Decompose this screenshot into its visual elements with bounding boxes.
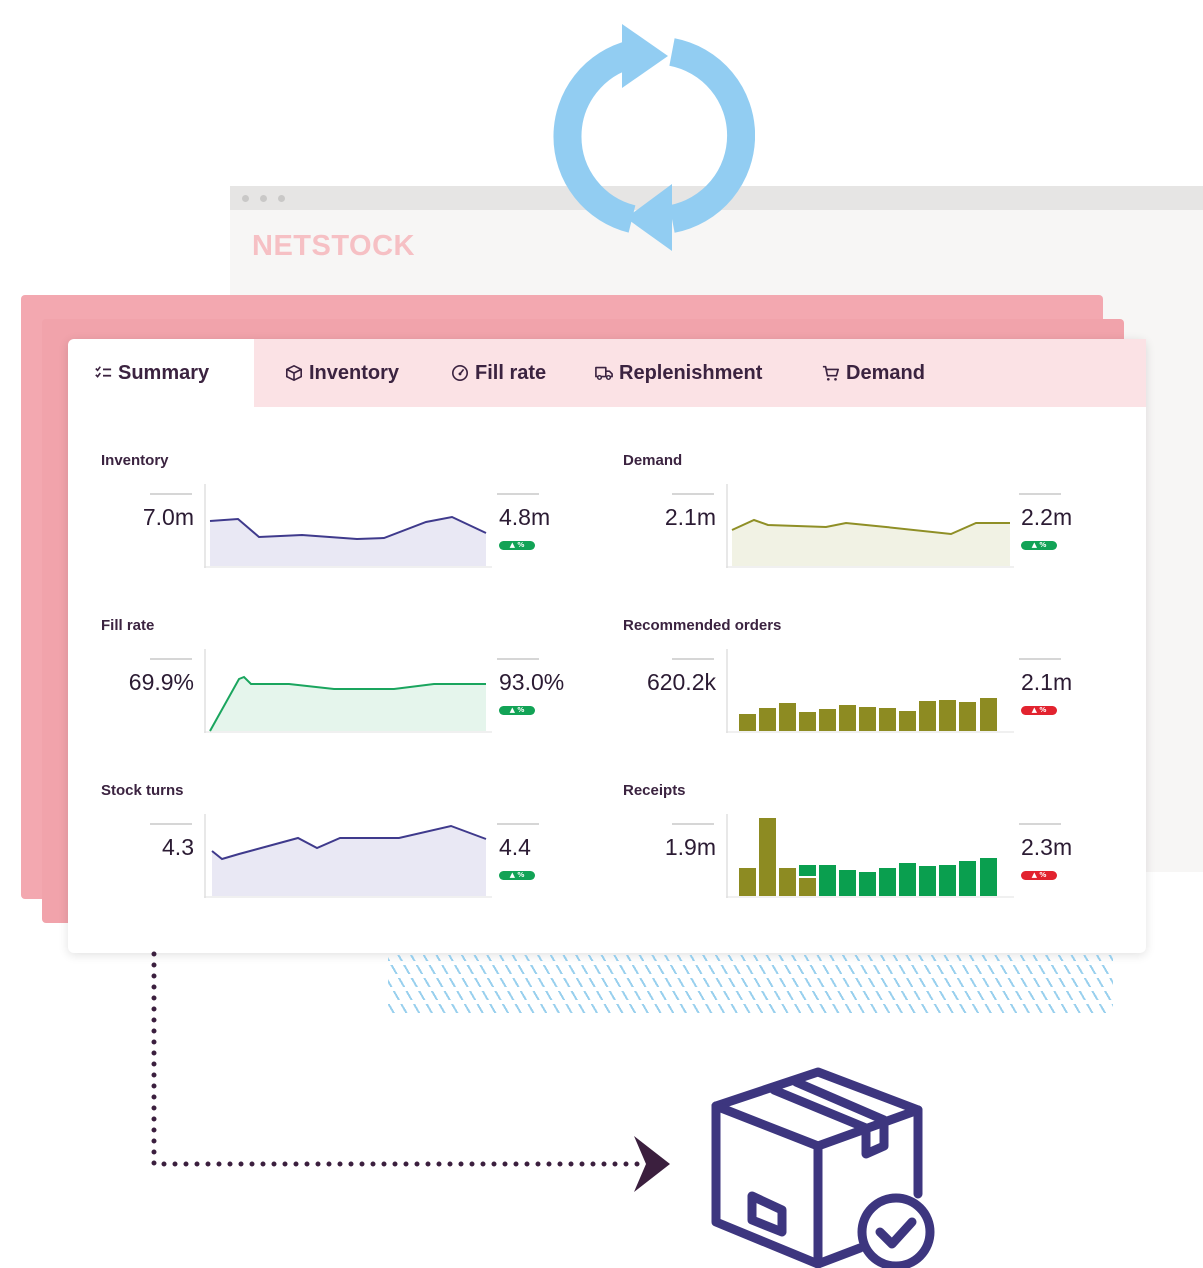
receipts-start-value: 1.9m (664, 834, 716, 860)
metric-title-demand: Demand (623, 452, 683, 469)
trend-badge: ▲ % (1021, 871, 1057, 880)
divider (497, 823, 539, 825)
stock-turns-current-value: 4.4 (499, 834, 531, 860)
trend-badge: ▲ % (1021, 706, 1057, 715)
window-dot (260, 195, 267, 202)
inventory-current-value: 4.8m (499, 504, 551, 530)
tab-label: Inventory (309, 361, 400, 384)
trend-badge: ▲ % (499, 871, 535, 880)
tab-replenishment[interactable]: Replenishment (595, 358, 762, 388)
tab-inventory[interactable]: Inventory (285, 358, 399, 388)
window-dot (278, 195, 285, 202)
divider (672, 493, 714, 495)
divider (497, 493, 539, 495)
fill-rate-current-value: 93.0% (499, 669, 565, 695)
divider (1019, 493, 1061, 495)
divider (1019, 658, 1061, 660)
recommended-orders-current-value: 2.1m (1021, 669, 1073, 695)
refresh-arrows-icon (553, 24, 755, 251)
metric-title-receipts: Receipts (623, 782, 686, 799)
cart-icon (822, 365, 840, 381)
recommended-orders-bars (726, 649, 1014, 733)
inventory-sparkline (204, 484, 492, 568)
divider (150, 493, 192, 495)
trend-badge: ▲ % (1021, 541, 1057, 550)
metric-title-fill-rate: Fill rate (101, 617, 155, 634)
tab-summary[interactable]: Summary (94, 358, 209, 388)
tab-label: Demand (846, 361, 925, 384)
gauge-icon (451, 364, 469, 382)
divider (497, 658, 539, 660)
dotted-connector (151, 951, 670, 1192)
metric-title-recommended-orders: Recommended orders (623, 617, 782, 634)
tab-demand[interactable]: Demand (822, 358, 925, 388)
fill-rate-sparkline (204, 649, 492, 733)
fill-rate-start-value: 69.9% (128, 669, 194, 695)
package-check-icon (711, 1067, 935, 1268)
divider (150, 658, 192, 660)
stock-turns-sparkline (204, 814, 492, 898)
divider (672, 658, 714, 660)
tab-label: Fill rate (475, 361, 547, 384)
window-dot (242, 195, 249, 202)
receipts-current-value: 2.3m (1021, 834, 1073, 860)
trend-badge: ▲ % (499, 706, 535, 715)
divider (1019, 823, 1061, 825)
tab-label: Replenishment (619, 361, 763, 384)
trend-badge: ▲ % (499, 541, 535, 550)
recommended-orders-start-value: 620.2k (646, 669, 716, 695)
demand-current-value: 2.2m (1021, 504, 1073, 530)
tab-label: Summary (118, 361, 210, 384)
netstock-logo: NETSTOCK (252, 230, 415, 262)
demand-sparkline (726, 484, 1014, 568)
truck-icon (595, 366, 613, 381)
inventory-start-value: 7.0m (142, 504, 194, 530)
receipts-bars (726, 814, 1014, 898)
checklist-icon (95, 366, 112, 378)
metric-title-inventory: Inventory (101, 452, 169, 469)
demand-start-value: 2.1m (664, 504, 716, 530)
tab-fill-rate[interactable]: Fill rate (451, 358, 546, 388)
divider (150, 823, 192, 825)
metric-title-stock-turns: Stock turns (101, 782, 184, 799)
stock-turns-start-value: 4.3 (162, 834, 194, 860)
divider (672, 823, 714, 825)
box-icon (285, 364, 303, 382)
